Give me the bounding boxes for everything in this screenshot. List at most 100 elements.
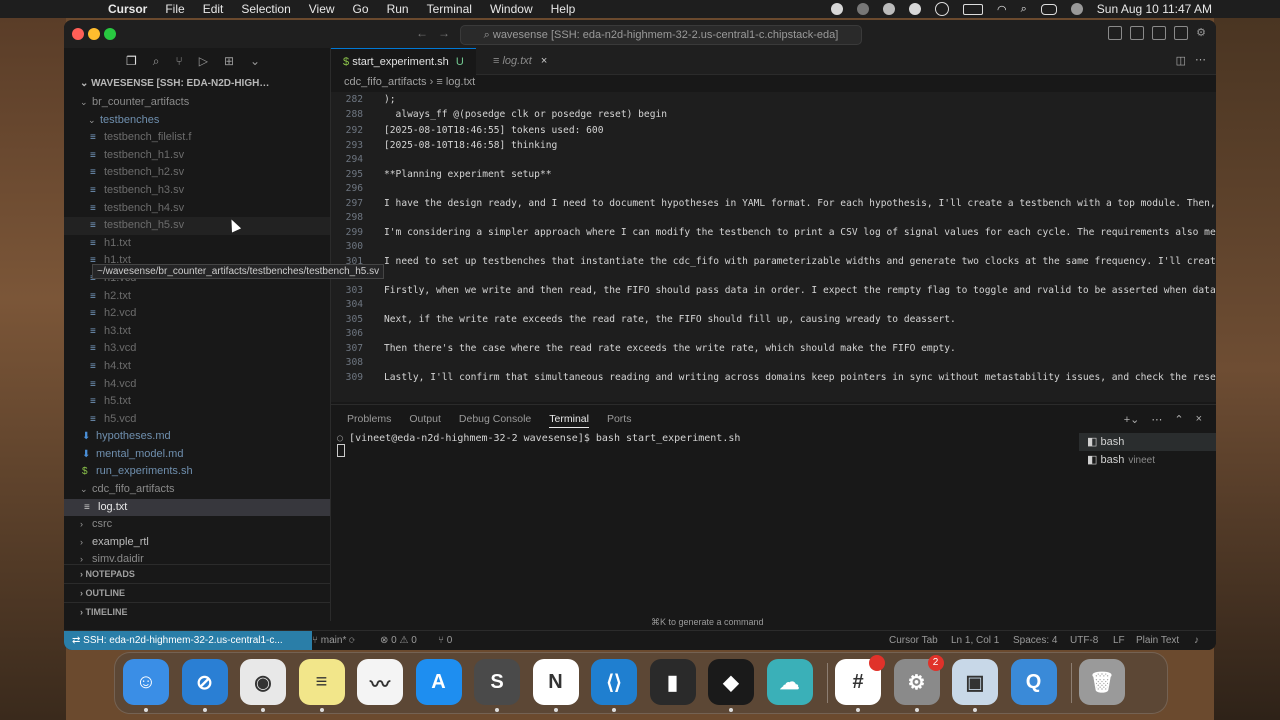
play-icon[interactable] [909,3,922,15]
maximize-panel-icon[interactable]: ⌃ [1174,413,1183,426]
dock-app-audio[interactable]: ▮ [649,659,696,705]
tab-start-experiment[interactable]: $ start_experiment.sh U [331,48,476,75]
menu-run[interactable]: Run [387,2,409,16]
tree-item-file[interactable]: ≡ testbench_h2.sv [64,164,330,182]
wifi-icon[interactable]: ◠ [997,3,1007,16]
history-icon[interactable] [883,3,896,15]
record-icon[interactable] [831,3,844,15]
split-editor-icon[interactable]: ◫ [1176,54,1186,67]
section-notepads[interactable]: › NOTEPADS [64,564,330,583]
run-debug-icon[interactable]: ▷ [199,54,208,68]
forward-arrow-icon[interactable]: → [438,26,450,40]
search-icon[interactable]: ⌕ [153,54,160,69]
menu-terminal[interactable]: Terminal [427,2,472,16]
tab-problems[interactable]: Problems [347,413,391,428]
menu-window[interactable]: Window [490,2,533,16]
menu-help[interactable]: Help [551,2,576,16]
tree-item-hypotheses-md[interactable]: ⬇ hypotheses.md [64,428,330,446]
dock-app-system-settings[interactable]: ⚙ 2 [893,655,944,712]
moon-icon[interactable] [935,2,950,16]
tree-item-file[interactable]: ≡ testbench_filelist.f [64,129,330,147]
tree-item-file[interactable]: ≡ h4.vcd [64,376,330,394]
language-mode[interactable]: Plain Text [1136,631,1179,650]
close-window-button[interactable] [72,28,84,40]
terminal-instance[interactable]: ◧ bash [1079,433,1216,451]
control-center-icon[interactable] [1040,3,1057,15]
cursor-tab-status[interactable]: Cursor Tab [889,631,938,650]
tab-debug-console[interactable]: Debug Console [459,413,531,428]
gear-icon[interactable]: ⚙ [1196,26,1206,40]
tree-item-run-experiments-sh[interactable]: $ run_experiments.sh [64,463,330,481]
more-actions-icon[interactable]: ⋯ [1151,413,1162,426]
tree-item-file[interactable]: ≡ testbench_h1.sv [64,147,330,165]
toggle-panel-icon[interactable] [1130,26,1145,40]
minimize-window-button[interactable] [88,28,100,40]
toggle-sidebar-icon[interactable] [1108,26,1123,40]
dock-app-sublime-text[interactable]: S [474,659,520,712]
tree-item-csrc[interactable]: › csrc [64,516,330,534]
toggle-secondary-sidebar-icon[interactable] [1152,26,1167,40]
dock-app-quicktime[interactable]: Q [1010,659,1057,705]
dock-app-chrome[interactable]: ◉ [240,659,286,712]
explorer-header[interactable]: ⌄ WAVESENSE [SSH: EDA-N2D-HIGH… [64,74,330,94]
dock-app-freeform[interactable]: 〰 [357,659,403,705]
menu-view[interactable]: View [309,2,335,16]
tab-output[interactable]: Output [409,413,441,428]
breadcrumb-folder[interactable]: cdc_fifo_artifacts [344,76,427,88]
tab-log-txt[interactable]: ≡ log.txt × [481,48,559,74]
tree-item-file[interactable]: ≡ h3.vcd [64,340,330,358]
dock-app-slack[interactable]: # [835,655,885,712]
dock-app-cloud[interactable]: ☁ [766,659,813,705]
user-icon[interactable] [1070,3,1083,15]
bell-icon[interactable]: ♪ [1194,631,1199,650]
battery-icon[interactable] [963,3,984,15]
indentation-status[interactable]: Spaces: 4 [1013,631,1057,650]
dock-app-vs-code[interactable]: ⟨⟩ [591,659,637,712]
dock-app-notes[interactable]: ≡ [298,659,345,712]
tree-item-log-txt[interactable]: ≡ log.txt [64,498,330,517]
zoom-window-button[interactable] [104,28,116,40]
extensions-icon[interactable]: ⊞ [224,54,234,68]
tree-item-mental-model-md[interactable]: ⬇ mental_model.md [64,446,330,464]
cursor-position[interactable]: Ln 1, Col 1 [951,631,999,650]
remote-indicator[interactable]: ⇄ SSH: eda-n2d-highmem-32-2.us-central1-… [64,631,312,650]
chevron-down-icon[interactable]: ⌄ [250,54,260,68]
eol-status[interactable]: LF [1113,631,1125,650]
tab-ports[interactable]: Ports [607,413,632,428]
section-timeline[interactable]: › TIMELINE [64,602,330,621]
source-control-icon[interactable]: ⑂ [176,54,183,68]
breadcrumb-file[interactable]: log.txt [446,76,475,88]
tab-terminal[interactable]: Terminal [549,413,589,428]
tree-item-file[interactable]: ≡ h1.txt [64,235,330,253]
command-center[interactable]: ⌕ wavesense [SSH: eda-n2d-highmem-32-2.u… [460,25,862,45]
ports-indicator[interactable]: ⑂ 0 [438,631,452,650]
tree-item-file[interactable]: ≡ h5.vcd [64,411,330,429]
menu-app-name[interactable]: Cursor [108,2,147,16]
tree-item-file[interactable]: ≡ h4.txt [64,358,330,376]
tree-item-example-rtl[interactable]: › example_rtl [64,534,330,552]
tree-item-file-hovered[interactable]: ≡ testbench_h5.sv [64,217,330,235]
close-icon[interactable]: × [541,55,547,67]
dock-app-finder[interactable]: ☺ [123,659,169,712]
dock-app-notion[interactable]: N [532,659,579,712]
tree-item-testbenches[interactable]: ⌄ testbenches [64,112,330,130]
tree-item-file[interactable]: ≡ testbench_h4.sv [64,200,330,218]
tree-item-cdc-fifo-artifacts[interactable]: ⌄ cdc_fifo_artifacts [64,481,330,499]
dock-app-cursor[interactable]: ◆ [708,659,754,712]
tree-item-br-counter-artifacts[interactable]: ⌄ br_counter_artifacts [64,94,330,112]
new-terminal-icon[interactable]: +⌄ [1124,413,1140,426]
menu-edit[interactable]: Edit [203,2,224,16]
menu-selection[interactable]: Selection [241,2,290,16]
dock-app-trash[interactable]: 🗑 [1079,659,1125,705]
files-icon[interactable]: ❐ [126,54,137,68]
terminal-instance[interactable]: ◧ bash vineet [1079,451,1216,469]
encoding-status[interactable]: UTF-8 [1070,631,1098,650]
tree-item-file[interactable]: ≡ h2.vcd [64,305,330,323]
globe-icon[interactable] [857,3,870,15]
dock-app-app-store[interactable]: A [415,659,462,705]
dock-app-preview[interactable]: ▣ [952,659,998,712]
menubar-clock[interactable]: Sun Aug 10 11:47 AM [1097,2,1212,16]
back-arrow-icon[interactable]: ← [416,26,428,40]
customize-layout-icon[interactable] [1174,26,1189,40]
tree-item-file[interactable]: ≡ testbench_h3.sv [64,182,330,200]
